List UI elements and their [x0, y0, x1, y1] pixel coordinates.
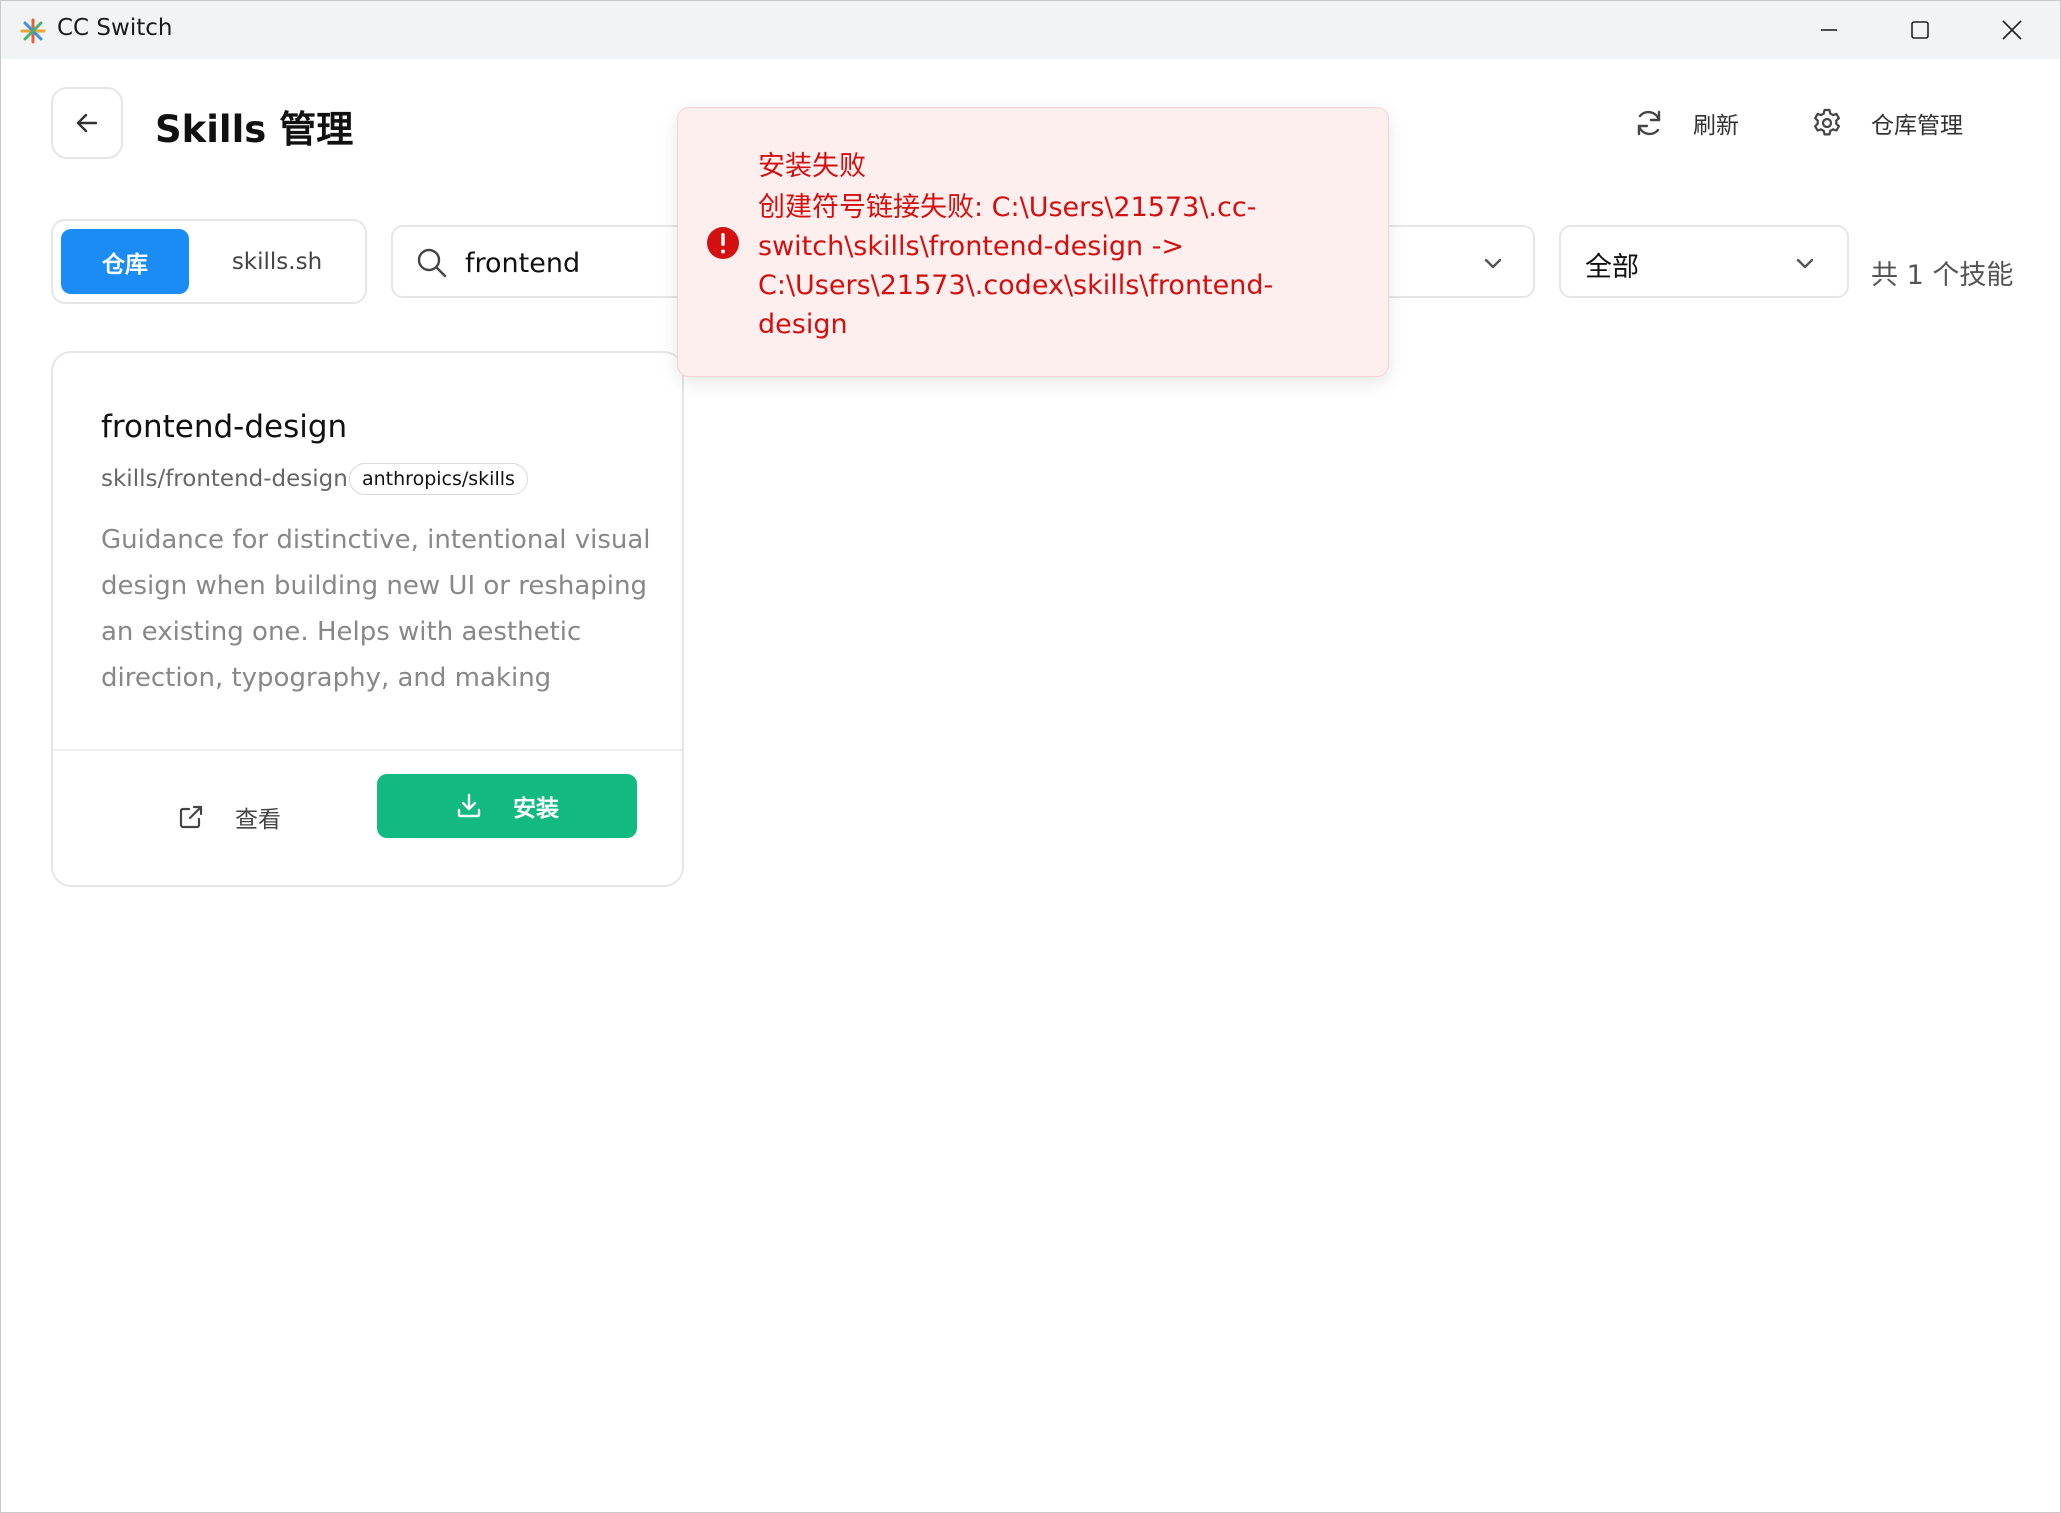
chevron-down-icon: [1796, 258, 1814, 269]
source-tab-group: 仓库 skills.sh: [51, 219, 367, 304]
refresh-icon: [1637, 110, 1661, 136]
tab-skills-sh[interactable]: skills.sh: [203, 229, 351, 294]
gear-icon: [1814, 108, 1840, 136]
install-label: 安装: [513, 796, 559, 822]
status-filter-select[interactable]: 全部: [1559, 225, 1849, 298]
install-button[interactable]: 安装: [377, 774, 637, 838]
minimize-icon: [1821, 29, 1837, 31]
skill-path: skills/frontend-design: [101, 466, 348, 492]
refresh-label: 刷新: [1693, 113, 1739, 139]
error-toast: 安装失败 创建符号链接失败: C:\Users\21573\.cc-switch…: [677, 107, 1389, 377]
skill-card: frontend-design skills/frontend-design a…: [51, 351, 684, 887]
minimize-button[interactable]: [1783, 1, 1875, 59]
maximize-icon: [1911, 21, 1929, 39]
error-icon: [707, 227, 739, 259]
status-filter-value: 全部: [1585, 252, 1639, 283]
arrow-left-icon: [76, 113, 98, 133]
window-title: CC Switch: [57, 15, 173, 41]
back-button[interactable]: [51, 87, 123, 159]
chevron-down-icon: [1484, 258, 1502, 269]
toast-title: 安装失败: [758, 151, 866, 182]
view-button[interactable]: 查看: [177, 795, 281, 839]
page-title: Skills 管理: [155, 108, 354, 151]
maximize-button[interactable]: [1874, 1, 1966, 59]
card-divider: [53, 749, 682, 751]
skill-count: 共 1 个技能: [1871, 260, 2014, 291]
search-icon: [417, 248, 447, 278]
repo-manage-button[interactable]: 仓库管理: [1811, 101, 1963, 145]
repo-badge: anthropics/skills: [349, 463, 528, 495]
view-label: 查看: [235, 807, 281, 833]
download-icon: [457, 793, 481, 818]
skill-description: Guidance for distinctive, intentional vi…: [101, 525, 651, 693]
skill-name: frontend-design: [101, 409, 348, 445]
tab-repository[interactable]: 仓库: [61, 229, 189, 294]
external-link-icon: [179, 805, 203, 829]
app-window: CC Switch Skills 管理 刷新 仓库管理 仓库 skills.sh…: [0, 0, 2061, 1513]
app-logo-icon: [20, 18, 46, 44]
close-button[interactable]: [1966, 1, 2058, 59]
refresh-button[interactable]: 刷新: [1633, 101, 1739, 145]
repo-manage-label: 仓库管理: [1871, 113, 1963, 139]
title-bar: CC Switch: [1, 1, 2060, 59]
close-icon: [2002, 20, 2022, 40]
toast-message: 创建符号链接失败: C:\Users\21573\.cc-switch\skil…: [758, 192, 1274, 340]
